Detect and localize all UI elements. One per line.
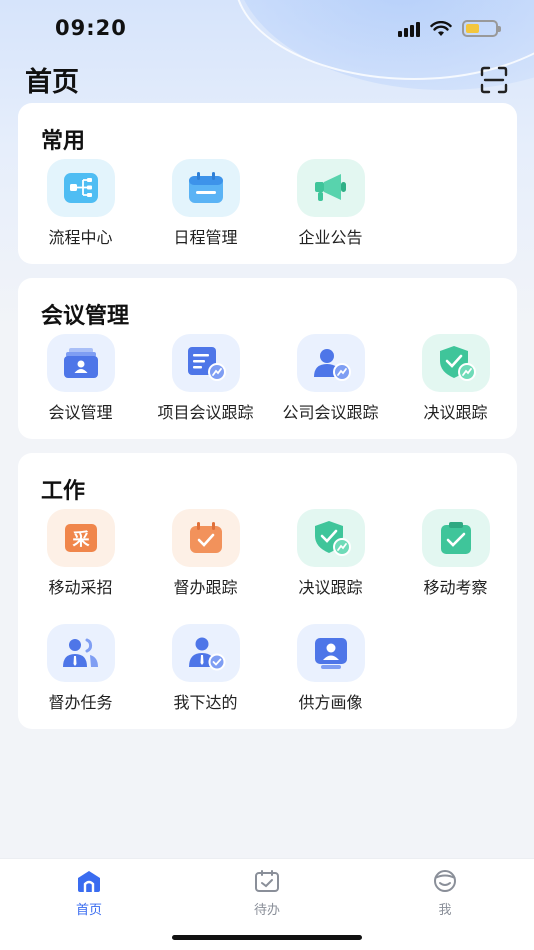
tab-home[interactable]: 首页 <box>49 869 129 918</box>
item-label: 我下达的 <box>173 693 238 712</box>
item-announcement[interactable]: 企业公告 <box>268 159 393 248</box>
supplier-profile-icon <box>296 624 365 682</box>
issued-user-icon <box>171 624 240 682</box>
item-supplier-profile[interactable]: 供方画像 <box>268 624 393 713</box>
flow-icon <box>46 159 115 217</box>
item-label: 供方画像 <box>298 693 363 712</box>
status-icons <box>398 20 501 37</box>
item-supervise-tracking[interactable]: 督办跟踪 <box>143 509 268 598</box>
resolution-shield-icon <box>421 334 490 392</box>
home-indicator <box>172 935 362 940</box>
clipboard-check-icon <box>421 509 490 567</box>
status-time: 09:20 <box>55 16 127 40</box>
item-project-meeting-tracking[interactable]: 项目会议跟踪 <box>143 334 268 423</box>
item-mobile-procurement[interactable]: 采 移动采招 <box>18 509 143 598</box>
home-icon <box>78 871 100 892</box>
supervise-calendar-icon <box>171 509 240 567</box>
item-label: 督办跟踪 <box>173 578 238 597</box>
meeting-icon <box>46 334 115 392</box>
status-bar: 09:20 <box>0 0 534 58</box>
item-company-meeting-tracking[interactable]: 公司会议跟踪 <box>268 334 393 423</box>
item-label: 移动采招 <box>48 578 113 597</box>
item-meeting-management[interactable]: 会议管理 <box>18 334 143 423</box>
item-issued-by-me[interactable]: 我下达的 <box>143 624 268 713</box>
item-schedule[interactable]: 日程管理 <box>143 159 268 248</box>
procurement-icon: 采 <box>46 509 115 567</box>
item-label: 日程管理 <box>173 228 238 247</box>
card-common: 常用 流程中心 日程管理 企业公告 <box>18 103 517 264</box>
item-label: 公司会议跟踪 <box>282 403 379 422</box>
item-supervise-task[interactable]: 督办任务 <box>18 624 143 713</box>
item-label: 决议跟踪 <box>423 403 488 422</box>
calendar-icon <box>171 159 240 217</box>
item-label: 项目会议跟踪 <box>157 403 254 422</box>
item-resolution-tracking[interactable]: 决议跟踪 <box>393 334 518 423</box>
cellular-signal-icon <box>398 21 420 37</box>
item-label: 流程中心 <box>48 228 113 247</box>
section-title-common: 常用 <box>41 129 86 154</box>
item-label: 决议跟踪 <box>298 578 363 597</box>
procurement-badge-text: 采 <box>71 530 89 550</box>
card-work: 工作 采 移动采招 督办跟踪 决议跟踪 移动考察 督办任务 我下达的 供方画像 <box>18 453 517 729</box>
tab-label: 首页 <box>75 903 102 918</box>
company-tracking-icon <box>296 334 365 392</box>
item-work-resolution-tracking[interactable]: 决议跟踪 <box>268 509 393 598</box>
item-label: 会议管理 <box>48 403 113 422</box>
item-mobile-inspection[interactable]: 移动考察 <box>393 509 518 598</box>
page-title: 首页 <box>25 67 79 98</box>
item-label: 移动考察 <box>423 578 488 597</box>
team-task-icon <box>46 624 115 682</box>
section-title-meeting: 会议管理 <box>41 304 130 329</box>
scan-icon[interactable] <box>480 66 508 94</box>
megaphone-icon <box>296 159 365 217</box>
tab-todo[interactable]: 待办 <box>227 869 307 918</box>
resolution-shield-icon <box>296 509 365 567</box>
item-label: 企业公告 <box>298 228 363 247</box>
todo-calendar-icon <box>255 870 279 892</box>
wifi-icon <box>430 20 452 36</box>
tab-label: 待办 <box>253 903 280 918</box>
item-flow-center[interactable]: 流程中心 <box>18 159 143 248</box>
tab-label: 我 <box>438 903 452 918</box>
card-meeting: 会议管理 会议管理 项目会议跟踪 公司会议跟踪 决议跟踪 <box>18 278 517 439</box>
tab-me[interactable]: 我 <box>405 869 485 918</box>
section-title-work: 工作 <box>41 479 86 504</box>
item-label: 督办任务 <box>48 693 113 712</box>
project-tracking-icon <box>171 334 240 392</box>
battery-icon <box>462 20 501 37</box>
profile-icon <box>434 870 456 892</box>
